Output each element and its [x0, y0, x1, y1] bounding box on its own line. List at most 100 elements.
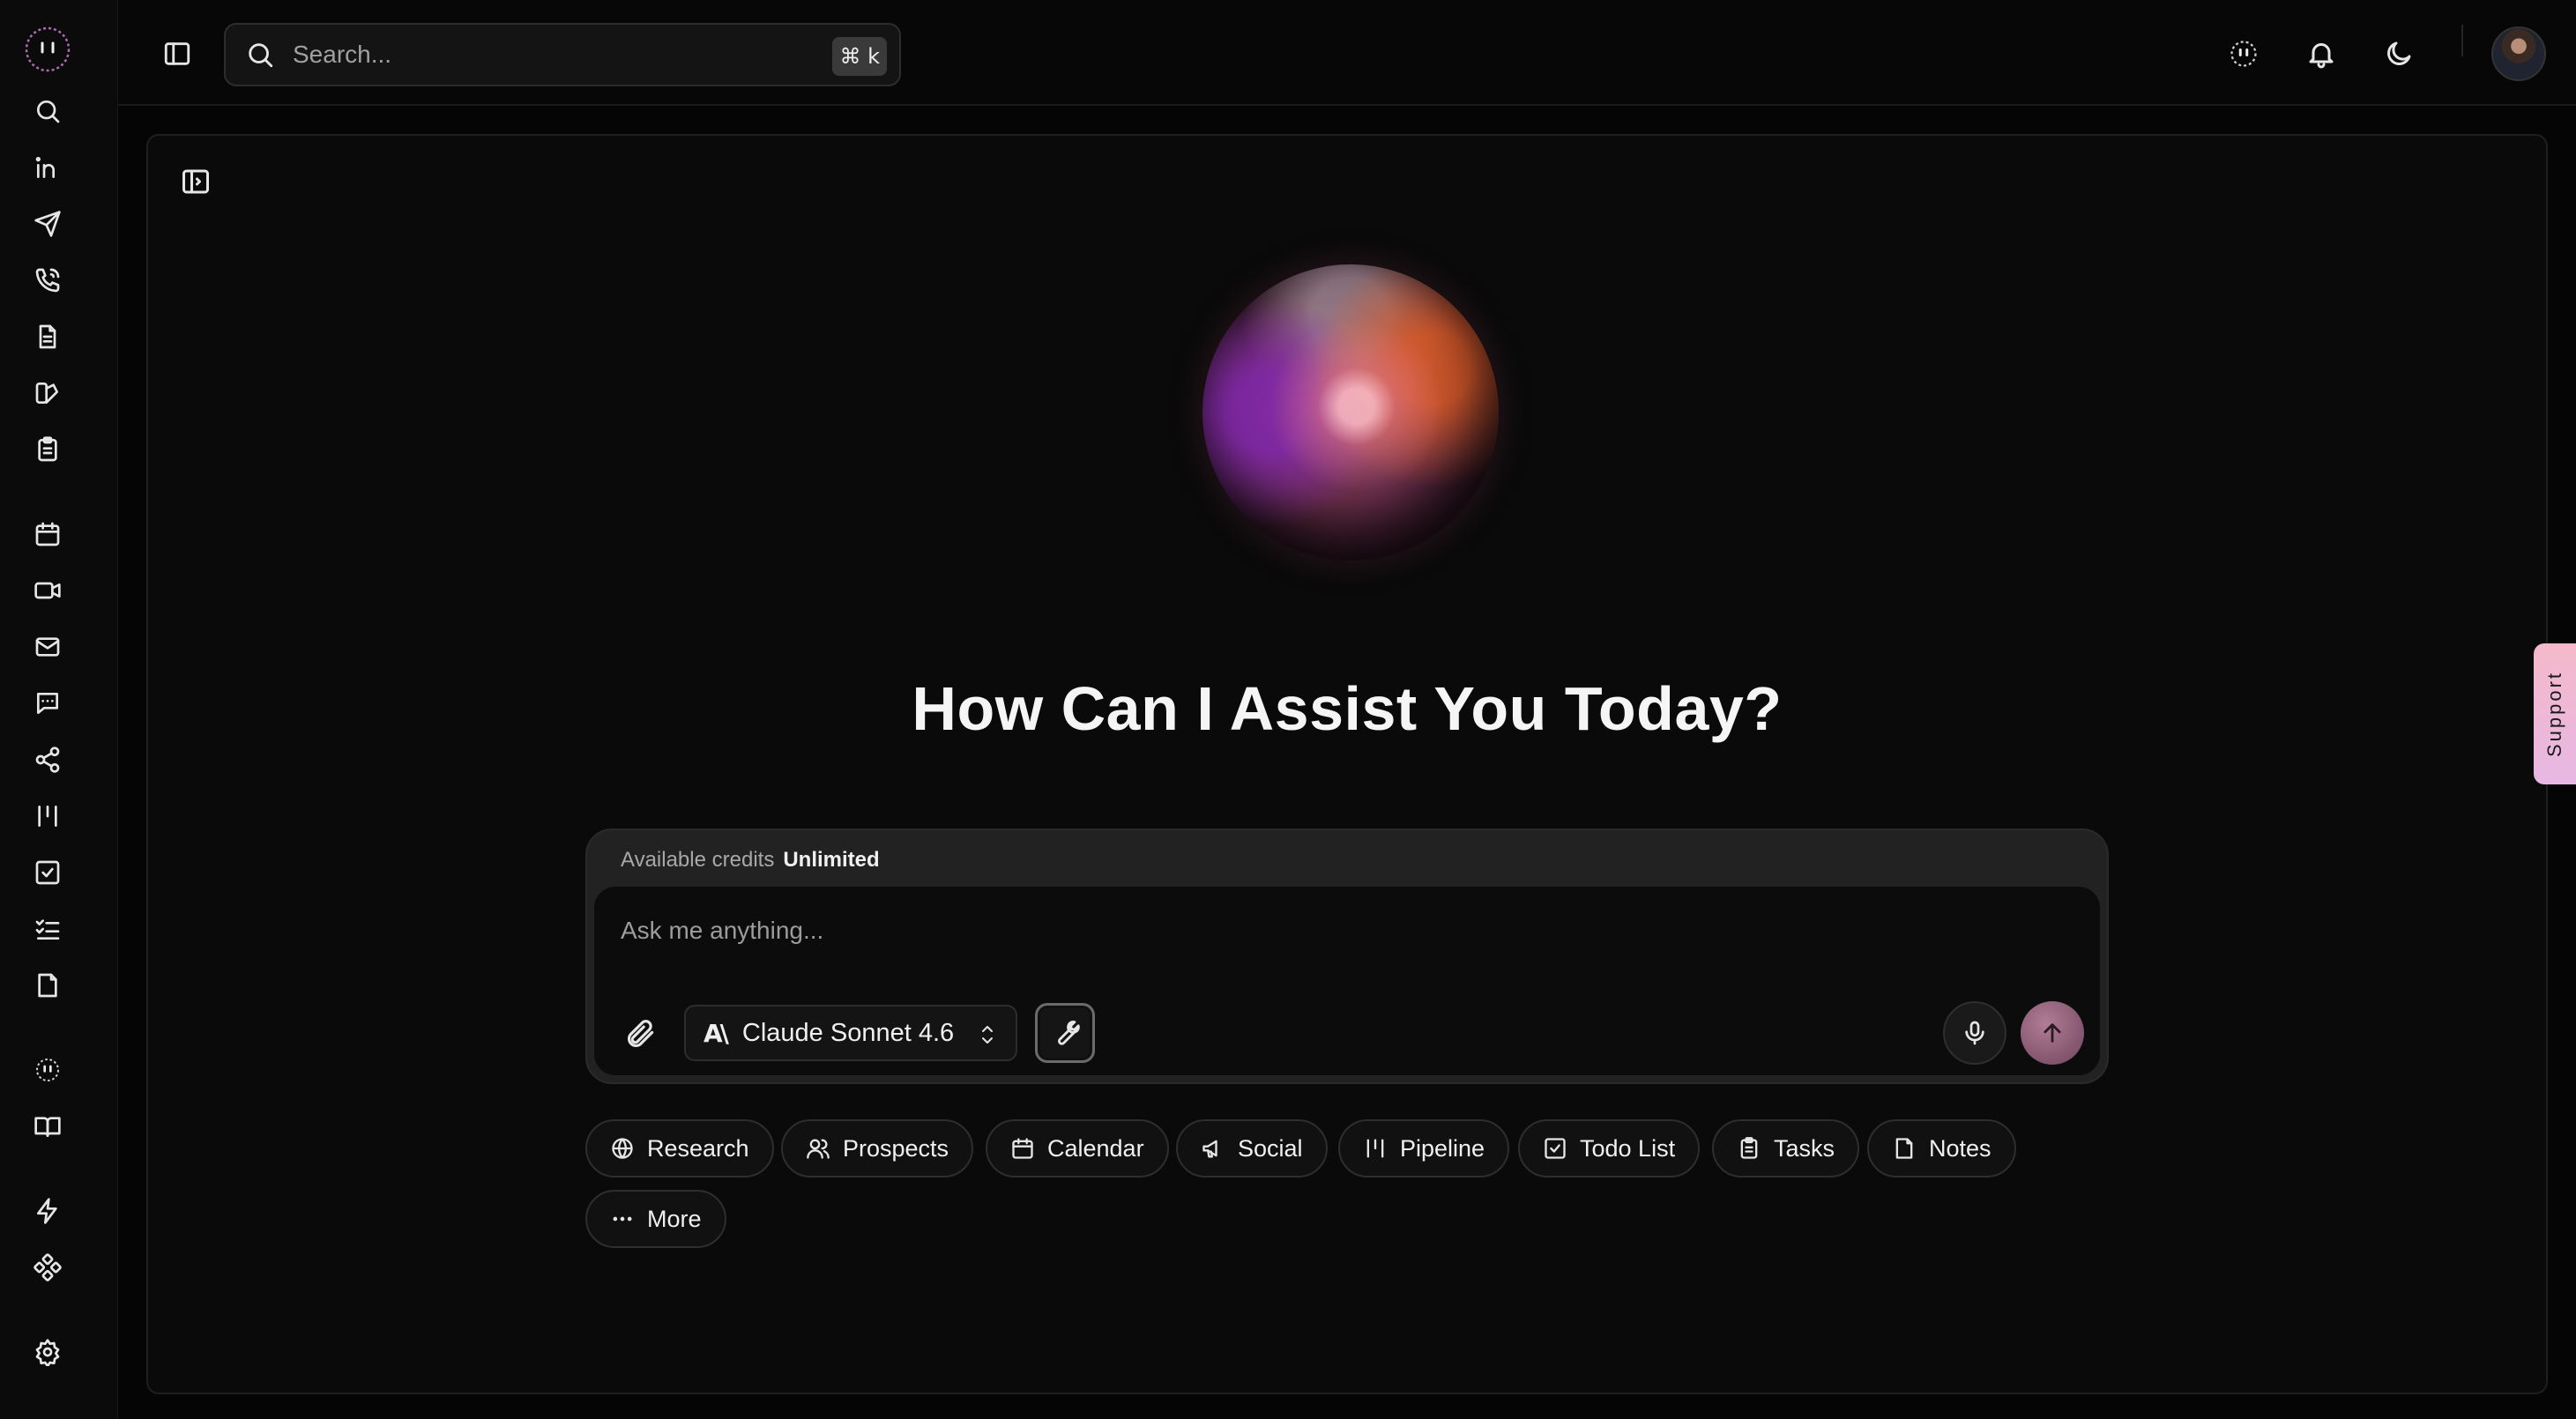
- chip-tasks[interactable]: Tasks: [1712, 1119, 1860, 1178]
- sidebar-item-clipboard[interactable]: [30, 432, 65, 467]
- sidebar-item-knowledge[interactable]: [30, 1109, 65, 1144]
- credits-label: Available credits: [621, 848, 775, 872]
- chip-prospects[interactable]: Prospects: [781, 1119, 974, 1178]
- chip-social[interactable]: Social: [1176, 1119, 1328, 1178]
- send-button[interactable]: [2021, 1001, 2084, 1065]
- send-icon: [34, 211, 61, 237]
- chip-pipeline[interactable]: Pipeline: [1338, 1119, 1510, 1178]
- pipeline-icon: [1366, 1139, 1384, 1158]
- chip-label: More: [647, 1205, 702, 1232]
- chip-label: Calendar: [1047, 1134, 1144, 1162]
- sidebar-item-chat[interactable]: [30, 686, 65, 721]
- notifications-button[interactable]: [2301, 33, 2341, 74]
- sidebar-item-assistant[interactable]: [30, 1052, 65, 1088]
- list-check-icon: [35, 919, 60, 940]
- chat-input[interactable]: [621, 917, 1855, 955]
- sidebar-item-search[interactable]: [30, 93, 65, 129]
- chip-label: Tasks: [1774, 1134, 1835, 1162]
- globe-icon: [612, 1138, 633, 1159]
- wrench-icon: [1058, 1021, 1080, 1045]
- sidebar-toggle-icon[interactable]: [162, 39, 192, 69]
- anthropic-logo-icon: A\: [704, 1018, 729, 1048]
- document-icon: [39, 324, 56, 349]
- arrow-up-icon: [2044, 1023, 2061, 1043]
- chip-label: Pipeline: [1400, 1134, 1485, 1162]
- search-icon: [249, 43, 273, 68]
- search-bar[interactable]: ⌘ k: [224, 23, 901, 86]
- share-icon: [35, 747, 60, 773]
- calendar-icon: [35, 522, 60, 546]
- phone-icon: [35, 268, 60, 293]
- sidebar-item-calls[interactable]: [30, 263, 65, 298]
- sidebar-item-todo[interactable]: [30, 855, 65, 890]
- chip-calendar[interactable]: Calendar: [986, 1119, 1169, 1178]
- sidebar-item-tasks[interactable]: [30, 911, 65, 947]
- todo-icon: [1545, 1138, 1566, 1159]
- sidebar-item-share[interactable]: [30, 742, 65, 777]
- assistant-icon: [2230, 41, 2257, 67]
- chip-label: Social: [1238, 1134, 1303, 1162]
- support-label: Support: [2543, 670, 2565, 758]
- video-icon: [34, 582, 61, 599]
- support-tab[interactable]: Support: [2534, 643, 2576, 784]
- bell-icon: [2309, 43, 2334, 69]
- chip-research[interactable]: Research: [585, 1119, 774, 1178]
- chip-todo-list[interactable]: Todo List: [1518, 1119, 1701, 1178]
- note-icon: [1895, 1138, 1913, 1159]
- main-panel: How Can I Assist You Today?: [146, 134, 2548, 1394]
- brand-icon: [35, 383, 58, 404]
- sidebar-item-send[interactable]: [30, 206, 65, 241]
- panel-toggle-icon[interactable]: [180, 166, 212, 197]
- sidebar-item-documents[interactable]: [30, 319, 65, 354]
- model-selector[interactable]: A\ Claude Sonnet 4.6: [684, 1005, 1017, 1061]
- sidebar-item-settings[interactable]: [30, 1334, 65, 1370]
- microphone-icon: [1965, 1021, 1984, 1045]
- note-icon: [38, 973, 57, 998]
- avatar[interactable]: [2491, 26, 2546, 81]
- search-input[interactable]: [293, 41, 786, 69]
- integrations-icon: [34, 1253, 62, 1282]
- sidebar-item-mail[interactable]: [30, 629, 65, 665]
- top-bar: ⌘ k: [118, 0, 2576, 106]
- tools-button[interactable]: [1035, 1003, 1095, 1063]
- assistant-icon: [36, 1059, 59, 1081]
- sidebar-item-pipeline[interactable]: [30, 799, 65, 834]
- left-rail: [0, 0, 118, 1419]
- chevron-up-down-icon: [982, 1026, 993, 1044]
- model-name: Claude Sonnet 4.6: [741, 1018, 955, 1047]
- attach-button[interactable]: [621, 1014, 661, 1054]
- topbar-divider: [2461, 25, 2463, 56]
- page-title: How Can I Assist You Today?: [912, 674, 1783, 743]
- mail-icon: [35, 637, 60, 657]
- sidebar-item-calendar[interactable]: [30, 516, 65, 552]
- sidebar-item-integrations[interactable]: [30, 1250, 65, 1285]
- todo-icon: [35, 860, 60, 885]
- theme-toggle-button[interactable]: [2379, 33, 2419, 74]
- moon-icon: [2387, 41, 2411, 65]
- paperclip-icon: [627, 1020, 654, 1048]
- settings-icon: [35, 1339, 60, 1366]
- chip-label: Research: [647, 1134, 749, 1162]
- users-icon: [807, 1139, 830, 1159]
- assistant-orb: [1202, 264, 1499, 561]
- chip-label: Prospects: [843, 1134, 949, 1162]
- composer-input-area: A\ Claude Sonnet 4.6: [594, 887, 2100, 1075]
- calendar-icon: [1012, 1138, 1033, 1159]
- assistant-button[interactable]: [2223, 33, 2264, 74]
- sidebar-item-notes[interactable]: [30, 968, 65, 1003]
- voice-input-button[interactable]: [1943, 1001, 2006, 1065]
- sidebar-item-automations[interactable]: [30, 1193, 65, 1229]
- chip-more[interactable]: More: [585, 1190, 726, 1248]
- chip-label: Notes: [1929, 1134, 1992, 1162]
- sidebar-item-video[interactable]: [30, 573, 65, 608]
- lightning-icon: [37, 1198, 57, 1224]
- chat-icon: [37, 693, 58, 714]
- credits-info: Available credits Unlimited: [621, 848, 880, 873]
- app-logo-icon[interactable]: [23, 25, 72, 74]
- chat-composer: Available credits Unlimited A\ Claude Son…: [585, 828, 2109, 1084]
- sidebar-item-linkedin[interactable]: [30, 150, 65, 185]
- linkedin-icon: [35, 157, 55, 178]
- sidebar-item-brand[interactable]: [30, 375, 65, 411]
- chip-notes[interactable]: Notes: [1867, 1119, 2016, 1178]
- search-shortcut-badge: ⌘ k: [832, 37, 887, 76]
